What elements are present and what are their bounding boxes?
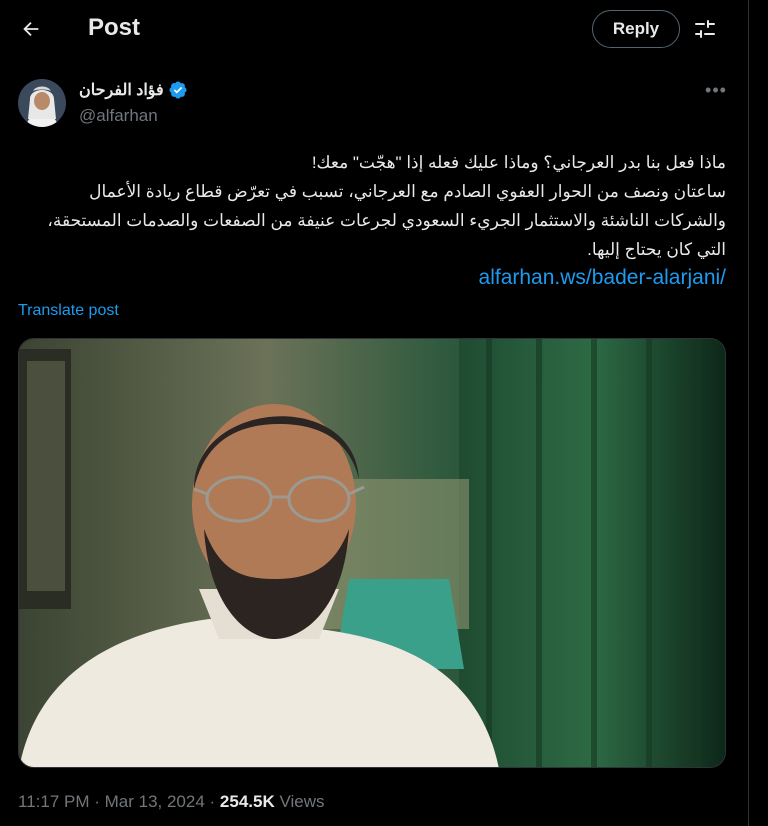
post-text: ماذا فعل بنا بدر العرجاني؟ وماذا عليك فع… [18,148,726,264]
post-text-line-1: ماذا فعل بنا بدر العرجاني؟ وماذا عليك فع… [311,153,726,172]
post-date[interactable]: Mar 13, 2024 [105,792,205,811]
filter-button[interactable] [690,14,720,44]
post-time[interactable]: 11:17 PM [18,792,90,811]
meta-separator: · [204,792,220,811]
views-label: Views [274,792,325,811]
sliders-icon [695,20,715,38]
post-meta: 11:17 PM · Mar 13, 2024 · 254.5K Views [18,792,325,812]
post-link[interactable]: alfarhan.ws/bader-alarjani/ [479,266,726,290]
post-media-image[interactable] [18,338,726,768]
avatar-image [18,79,66,127]
author-handle[interactable]: @alfarhan [79,106,158,126]
post-header: Post Reply [0,0,748,58]
meta-separator: · [89,792,105,811]
post-text-line-2: ساعتان ونصف من الحوار العفوي الصادم مع ا… [47,182,726,259]
column-border [748,0,749,826]
author-name-row[interactable]: فؤاد الفرحان [79,80,188,100]
back-button[interactable] [14,12,48,46]
avatar[interactable] [18,79,66,127]
verified-badge-icon [169,81,187,99]
more-button[interactable]: ••• [700,80,732,100]
arrow-left-icon [23,21,39,37]
page-title: Post [88,14,141,41]
author-name: فؤاد الفرحان [79,82,164,99]
translate-post-link[interactable]: Translate post [18,302,119,320]
portrait-photo [19,339,725,767]
more-dots-icon: ••• [705,79,727,100]
views-count: 254.5K [219,792,275,811]
reply-button[interactable]: Reply [592,10,680,48]
